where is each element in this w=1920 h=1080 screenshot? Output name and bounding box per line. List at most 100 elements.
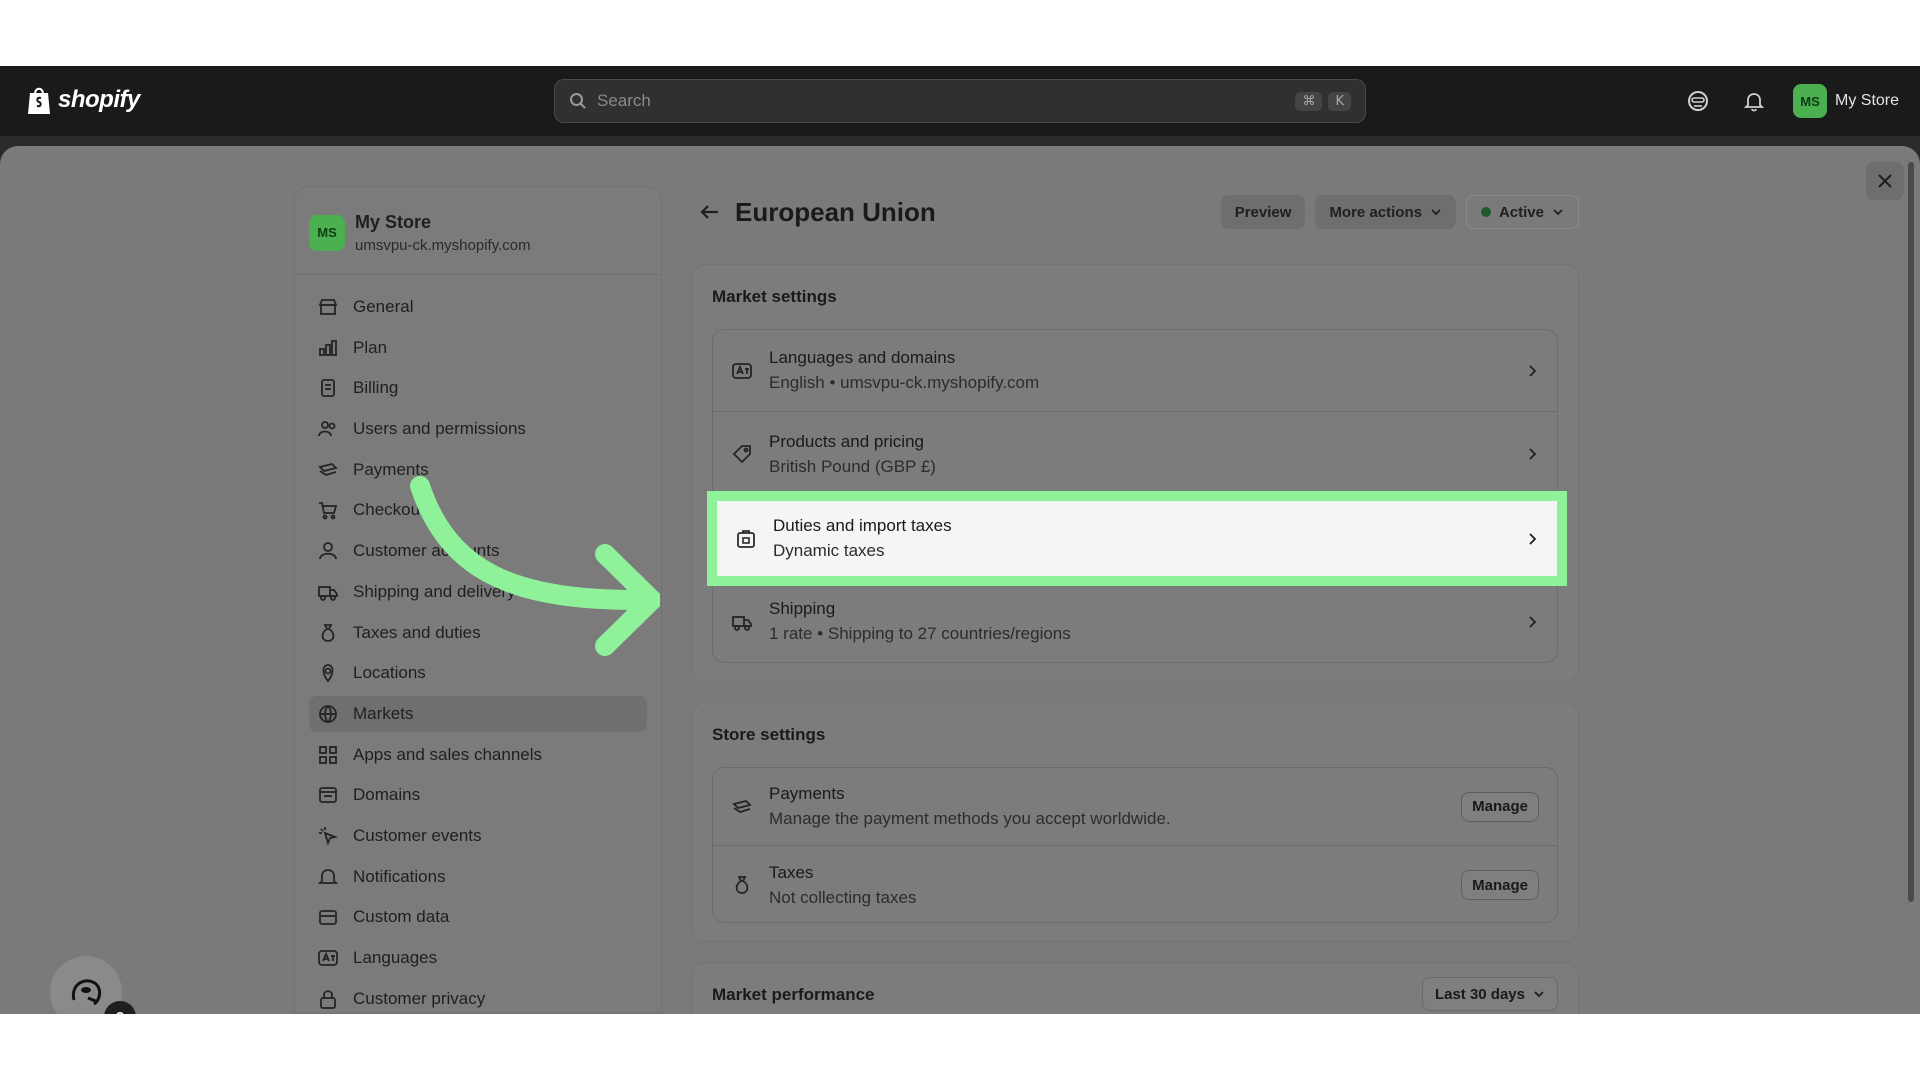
shopify-bag-icon (28, 87, 50, 114)
sidebar-item-label: Billing (353, 378, 399, 398)
search-bar[interactable]: Search ⌘ K (554, 79, 1366, 123)
assistant-face-icon (71, 979, 102, 1006)
brand-wordmark: shopify (58, 86, 140, 113)
store-settings-card: Store settings Payments Manage the payme… (691, 702, 1579, 942)
duties-box-icon (737, 529, 755, 548)
manage-taxes-button[interactable]: Manage (1461, 870, 1539, 900)
products-and-pricing-row[interactable]: Products and pricing British Pound (GBP … (713, 414, 1557, 496)
database-icon (317, 906, 339, 928)
row-subtitle: British Pound (GBP £) (769, 456, 936, 476)
back-arrow-icon[interactable] (697, 199, 723, 225)
row-subtitle: 1 rate • Shipping to 27 countries/region… (769, 624, 1071, 643)
sidebar-item-plan[interactable]: Plan (309, 330, 647, 366)
row-title: Payments (769, 784, 845, 803)
tax-bag-icon (735, 876, 749, 894)
sidebar-item-label: Locations (353, 663, 426, 683)
sidebar-item-label: Markets (353, 703, 414, 723)
close-button[interactable] (1866, 162, 1904, 200)
person-icon (317, 540, 339, 562)
tax-bag-icon (317, 622, 339, 644)
avatar: MS (1793, 84, 1827, 118)
payments-icon (317, 459, 339, 481)
market-settings-card: Market settings Languages and domains En… (691, 264, 1579, 682)
date-range-dropdown[interactable]: Last 30 days (1421, 977, 1558, 1011)
chevron-down-icon (1534, 991, 1544, 998)
annotation-arrow (410, 476, 660, 656)
sidebar-item-users-and-permissions[interactable]: Users and permissions (309, 411, 647, 447)
languages-and-domains-row[interactable]: Languages and domains English • umsvpu-c… (713, 330, 1557, 412)
language-icon (732, 362, 752, 379)
row-title: Products and pricing (769, 431, 924, 451)
preview-button[interactable]: Preview (1220, 195, 1306, 229)
status-dropdown[interactable]: Active (1465, 195, 1579, 229)
store-avatar: MS (309, 214, 345, 251)
highlighted-duties-row[interactable]: Duties and import taxes Dynamic taxes (707, 491, 1567, 586)
sidebar-item-label: Plan (353, 337, 388, 357)
sidebar-item-custom-data[interactable]: Custom data (309, 899, 647, 935)
users-icon (317, 418, 339, 440)
sidebar-item-languages[interactable]: Languages (309, 940, 647, 976)
sidebar-item-billing[interactable]: Billing (309, 370, 647, 406)
row-title: Shipping (769, 599, 836, 618)
truck-icon (317, 581, 339, 603)
chevron-down-icon (1553, 209, 1563, 216)
duties-subtitle: Dynamic taxes (773, 541, 885, 560)
sidekick-icon[interactable] (1686, 89, 1710, 113)
market-performance-card: Market performance Last 30 days (691, 962, 1579, 1014)
row-subtitle: English • umsvpu-ck.myshopify.com (769, 373, 1040, 392)
search-placeholder: Search (597, 91, 651, 110)
bell-icon[interactable] (1742, 89, 1766, 113)
store-taxes-row: Taxes Not collecting taxes Manage (713, 846, 1557, 924)
sidebar-item-label: Notifications (353, 866, 446, 886)
shopify-logo[interactable]: shopify (26, 84, 140, 116)
page-title: European Union (735, 196, 936, 227)
truck-icon (732, 615, 752, 631)
location-pin-icon (317, 662, 339, 684)
sidebar-item-markets[interactable]: Markets (309, 695, 647, 732)
shortcut-k-key: K (1328, 91, 1351, 111)
chevron-down-icon (1431, 209, 1441, 216)
sidebar-item-apps-and-sales-channels[interactable]: Apps and sales channels (309, 737, 647, 773)
sidebar-item-customer-events[interactable]: Customer events (309, 818, 647, 854)
apps-icon (317, 744, 339, 766)
sidebar-item-general[interactable]: General (309, 289, 647, 325)
store-name: My Store (355, 211, 432, 232)
scrollbar[interactable] (1908, 162, 1914, 902)
sidebar-item-label: Languages (353, 948, 438, 967)
sidebar-item-notifications[interactable]: Notifications (309, 859, 647, 895)
price-tag-icon (732, 445, 751, 464)
globe-icon (317, 703, 339, 725)
plan-icon (317, 337, 339, 359)
sidebar-item-label: General (353, 297, 414, 316)
profile-name: My Store (1835, 92, 1900, 109)
duties-title: Duties and import taxes (773, 516, 952, 535)
sidebar-item-label: Apps and sales channels (353, 744, 543, 764)
payments-icon (732, 799, 752, 813)
lock-icon (317, 988, 339, 1010)
row-subtitle: Not collecting taxes (769, 887, 917, 907)
sidebar-item-label: Domains (353, 785, 421, 805)
profile-menu[interactable]: MS My Store (1793, 84, 1899, 118)
manage-payments-button[interactable]: Manage (1461, 791, 1539, 822)
domain-icon (317, 784, 339, 806)
date-range-label: Last 30 days (1434, 985, 1525, 1003)
sidebar-item-customer-privacy[interactable]: Customer privacy (309, 981, 647, 1014)
row-title: Languages and domains (769, 348, 956, 367)
app-frame: shopify Search ⌘ K MS My Store MS My Sto… (0, 66, 1920, 1014)
store-payments-row: Payments Manage the payment methods you … (713, 768, 1557, 846)
top-bar: shopify Search ⌘ K MS My Store (0, 66, 1920, 136)
status-label: Active (1498, 203, 1544, 221)
sidebar-item-label: Custom data (353, 907, 450, 927)
duties-row[interactable]: Duties and import taxes Dynamic taxes (717, 501, 1557, 576)
more-actions-button[interactable]: More actions (1315, 195, 1456, 229)
chevron-right-icon (1529, 364, 1537, 377)
shipping-row[interactable]: Shipping 1 rate • Shipping to 27 countri… (713, 581, 1557, 663)
store-header[interactable]: MS My Store umsvpu-ck.myshopify.com (295, 187, 661, 275)
search-icon (570, 93, 586, 109)
chevron-right-icon (1529, 532, 1537, 545)
close-icon (1878, 174, 1892, 188)
sidebar-item-domains[interactable]: Domains (309, 777, 647, 813)
cart-icon (317, 499, 339, 521)
shortcut-cmd-key: ⌘ (1295, 91, 1323, 111)
sidebar-item-label: Customer events (353, 825, 482, 845)
